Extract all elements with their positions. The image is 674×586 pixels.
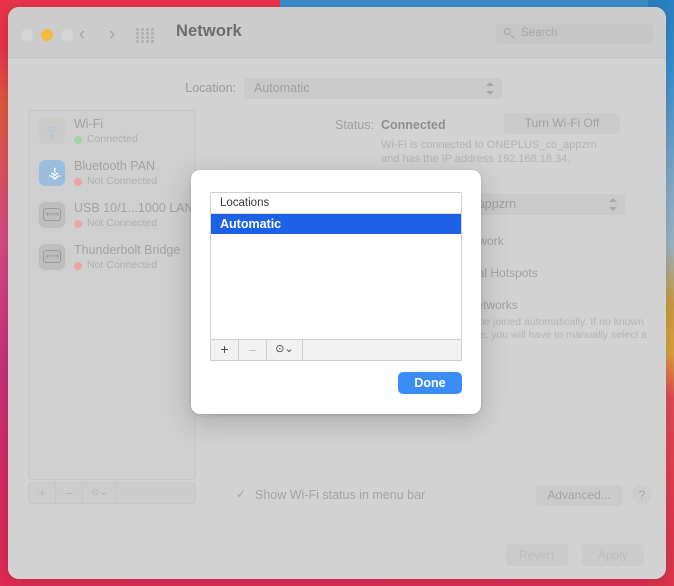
status-indicator-dot [74, 136, 82, 144]
network-services-list[interactable]: Wi-Fi Connected ⚶ Bluetooth PAN Not Conn… [28, 110, 196, 480]
add-service-button[interactable]: + [29, 483, 56, 503]
service-name: Wi-Fi [74, 117, 104, 131]
remove-location-button[interactable]: – [239, 340, 267, 360]
services-toolbar: + – ⊙⌄ [28, 482, 196, 504]
add-location-button[interactable]: + [211, 340, 239, 360]
footer-buttons: Revert Apply [496, 544, 644, 566]
service-name: USB 10/1...1000 LAN [74, 201, 194, 215]
close-button-icon[interactable] [21, 29, 33, 41]
traffic-light-buttons [21, 29, 73, 41]
window-titlebar: ‹ › Network Search [8, 7, 666, 58]
list-item[interactable]: Automatic [211, 214, 461, 234]
show-wifi-status-label: Show Wi-Fi status in menu bar [255, 488, 426, 502]
revert-button[interactable]: Revert [505, 544, 568, 566]
wifi-icon [39, 118, 65, 144]
service-actions-menu-button[interactable]: ⊙⌄ [83, 483, 117, 503]
back-chevron-icon[interactable]: ‹ [71, 23, 93, 47]
list-item[interactable]: ⇐⇒ USB 10/1...1000 LAN Not Connected [29, 195, 195, 237]
location-dropdown[interactable]: Automatic [244, 78, 502, 99]
list-item[interactable]: ⚶ Bluetooth PAN Not Connected [29, 153, 195, 195]
search-icon [504, 28, 515, 39]
show-wifi-status-checkbox[interactable] [236, 487, 248, 503]
locations-list-header: Locations [211, 193, 461, 214]
locations-listbox[interactable]: Locations Automatic [210, 192, 462, 340]
location-actions-menu-button[interactable]: ⊙⌄ [267, 340, 303, 360]
location-row: Location: Automatic [8, 78, 666, 100]
advanced-button[interactable]: Advanced... [536, 485, 622, 506]
list-item[interactable]: Wi-Fi Connected [29, 111, 195, 153]
status-indicator-dot [74, 262, 82, 270]
status-label: Status: [335, 118, 374, 132]
bluetooth-icon: ⚶ [39, 160, 65, 186]
search-input[interactable]: Search [496, 24, 653, 44]
status-indicator-dot [74, 220, 82, 228]
ethernet-icon: ⇐⇒ [39, 202, 65, 228]
service-status: Not Connected [87, 175, 158, 187]
search-placeholder: Search [521, 27, 558, 39]
location-label: Location: [185, 81, 236, 95]
status-detail-line-2: and has the IP address 192.168.18.34. [381, 153, 571, 165]
chevron-updown-icon [486, 82, 495, 95]
service-status: Not Connected [87, 217, 158, 229]
status-value: Connected [381, 118, 446, 132]
status-detail-line-1: Wi-Fi is connected to ONEPLUS_co_appzrn [381, 139, 597, 151]
chevron-updown-icon [609, 198, 618, 211]
location-value: Automatic [254, 81, 310, 95]
turn-wifi-off-button[interactable]: Turn Wi-Fi Off [504, 113, 620, 134]
ethernet-icon: ⇐⇒ [39, 244, 65, 270]
service-name: Bluetooth PAN [74, 159, 156, 173]
minimize-button-icon[interactable] [41, 29, 53, 41]
show-all-grid-icon[interactable] [136, 28, 154, 43]
service-status: Not Connected [87, 259, 158, 271]
status-indicator-dot [74, 178, 82, 186]
service-name: Thunderbolt Bridge [74, 243, 181, 257]
locations-toolbar: + – ⊙⌄ [210, 340, 462, 361]
remove-service-button[interactable]: – [56, 483, 83, 503]
apply-button[interactable]: Apply [582, 544, 644, 566]
service-status: Connected [87, 133, 138, 145]
forward-chevron-icon[interactable]: › [101, 23, 123, 47]
list-item[interactable]: ⇐⇒ Thunderbolt Bridge Not Connected [29, 237, 195, 279]
done-button[interactable]: Done [398, 372, 462, 394]
help-button[interactable]: ? [632, 485, 652, 505]
locations-dialog: Locations Automatic + – ⊙⌄ Done [191, 170, 481, 414]
page-title: Network [176, 22, 242, 40]
